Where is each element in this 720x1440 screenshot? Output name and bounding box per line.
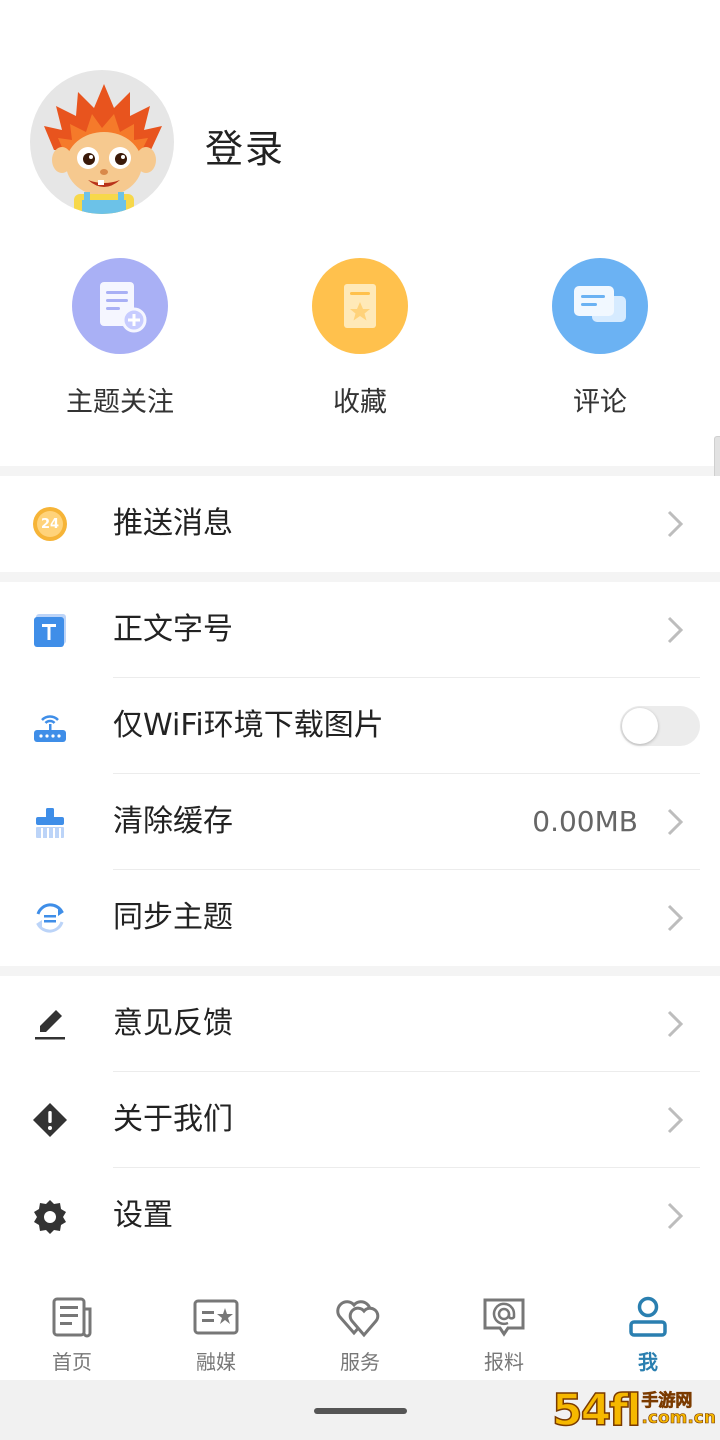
broom-icon xyxy=(32,804,68,840)
tab-label: 首页 xyxy=(52,1350,92,1374)
menu-item-about-us[interactable]: 关于我们 xyxy=(0,1072,720,1168)
at-message-icon xyxy=(480,1294,528,1340)
tab-media[interactable]: 融媒 xyxy=(144,1280,288,1380)
pencil-icon xyxy=(32,1006,68,1042)
menu-item-settings[interactable]: 设置 xyxy=(0,1168,720,1264)
bottom-tab-bar: 首页 融媒 服务 报料 我 xyxy=(0,1280,720,1380)
menu-group-display: 正文字号 仅WiFi环境下载图片 清除缓存 0.00MB 同步主题 xyxy=(0,582,720,966)
chevron-right-icon xyxy=(667,1010,684,1038)
alert-diamond-icon xyxy=(32,1102,68,1138)
person-icon xyxy=(624,1294,672,1340)
wifi-images-toggle[interactable] xyxy=(620,706,700,746)
newspaper-icon xyxy=(48,1294,96,1340)
menu-item-font-size[interactable]: 正文字号 xyxy=(0,582,720,678)
chevron-right-icon xyxy=(667,1202,684,1230)
quick-action-topics[interactable]: 主题关注 xyxy=(30,258,210,419)
mascot-avatar-image xyxy=(44,84,162,214)
menu-item-label: 设置 xyxy=(113,1198,173,1233)
quick-action-label: 收藏 xyxy=(333,387,387,418)
tab-tipoff[interactable]: 报料 xyxy=(432,1280,576,1380)
menu-item-clear-cache[interactable]: 清除缓存 0.00MB xyxy=(0,774,720,870)
router-icon xyxy=(32,708,68,744)
media-card-icon xyxy=(192,1294,240,1340)
document-add-icon xyxy=(72,258,168,354)
profile-section: 登录 主题关注 收藏 评论 xyxy=(0,0,720,466)
tab-label: 融媒 xyxy=(196,1350,236,1374)
chevron-right-icon xyxy=(667,808,684,836)
chat-bubbles-icon xyxy=(552,258,648,354)
avatar[interactable] xyxy=(30,70,174,214)
sync-icon xyxy=(32,900,68,936)
chevron-right-icon xyxy=(667,616,684,644)
tab-label: 报料 xyxy=(484,1350,524,1374)
menu-item-label: 仅WiFi环境下载图片 xyxy=(113,708,384,743)
menu-item-sync-theme[interactable]: 同步主题 xyxy=(0,870,720,966)
menu-item-label: 关于我们 xyxy=(113,1102,233,1137)
menu-item-label: 推送消息 xyxy=(113,506,233,541)
toggle-knob xyxy=(622,708,658,744)
login-link[interactable]: 登录 xyxy=(205,118,285,173)
menu-item-label: 清除缓存 xyxy=(113,804,233,839)
group-padding xyxy=(0,1264,720,1280)
quick-action-label: 主题关注 xyxy=(66,387,174,418)
chevron-right-icon xyxy=(667,510,684,538)
tab-label: 服务 xyxy=(340,1350,380,1374)
menu-item-feedback[interactable]: 意见反馈 xyxy=(0,976,720,1072)
quick-action-comments[interactable]: 评论 xyxy=(510,258,690,419)
tab-services[interactable]: 服务 xyxy=(288,1280,432,1380)
quick-action-label: 评论 xyxy=(573,387,627,418)
hearts-icon xyxy=(336,1294,384,1340)
menu-item-label: 正文字号 xyxy=(113,612,233,647)
chevron-right-icon xyxy=(667,1106,684,1134)
quick-action-favorites[interactable]: 收藏 xyxy=(270,258,450,419)
menu-item-wifi-images: 仅WiFi环境下载图片 xyxy=(0,678,720,774)
push-badge-text: 24 xyxy=(40,516,60,532)
tab-label: 我 xyxy=(638,1350,658,1374)
text-size-icon xyxy=(32,612,68,648)
menu-item-label: 意见反馈 xyxy=(113,1006,233,1041)
menu-group-notifications: 24 推送消息 xyxy=(0,476,720,572)
bookmark-icon xyxy=(312,258,408,354)
menu-group-general: 意见反馈 关于我们 设置 xyxy=(0,976,720,1280)
watermark-text: 54fl xyxy=(551,1384,642,1437)
chevron-right-icon xyxy=(667,904,684,932)
tab-home[interactable]: 首页 xyxy=(0,1280,144,1380)
home-indicator[interactable] xyxy=(314,1408,407,1414)
gear-icon xyxy=(32,1198,68,1234)
watermark-sub: 手游网 .com.cn xyxy=(641,1392,716,1428)
watermark-logo: 54fl 手游网 .com.cn xyxy=(551,1384,716,1437)
watermark-domain: .com.cn xyxy=(641,1408,716,1428)
menu-item-push-messages[interactable]: 24 推送消息 xyxy=(0,476,720,572)
tab-me[interactable]: 我 xyxy=(576,1280,720,1380)
cache-size-value: 0.00MB xyxy=(532,805,638,838)
menu-item-label: 同步主题 xyxy=(113,900,233,935)
clock-24-icon: 24 xyxy=(32,506,68,542)
